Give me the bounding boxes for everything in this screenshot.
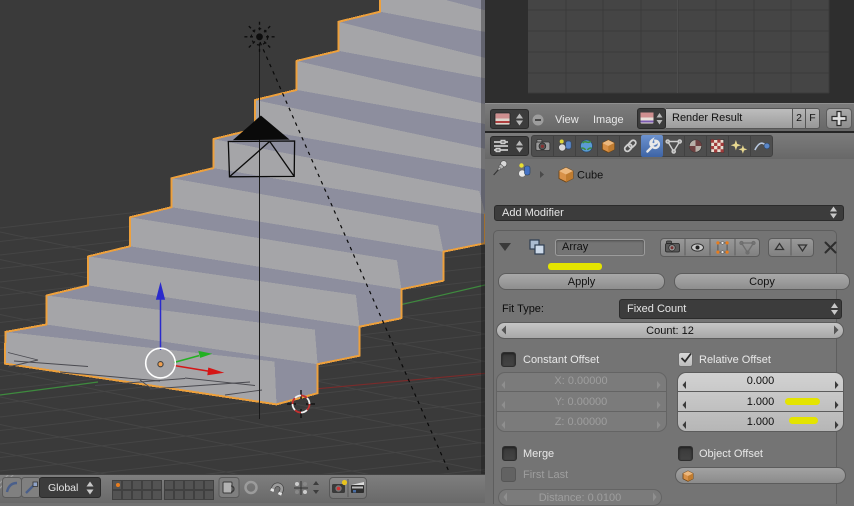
svg-text:Cube: Cube [577,169,603,181]
